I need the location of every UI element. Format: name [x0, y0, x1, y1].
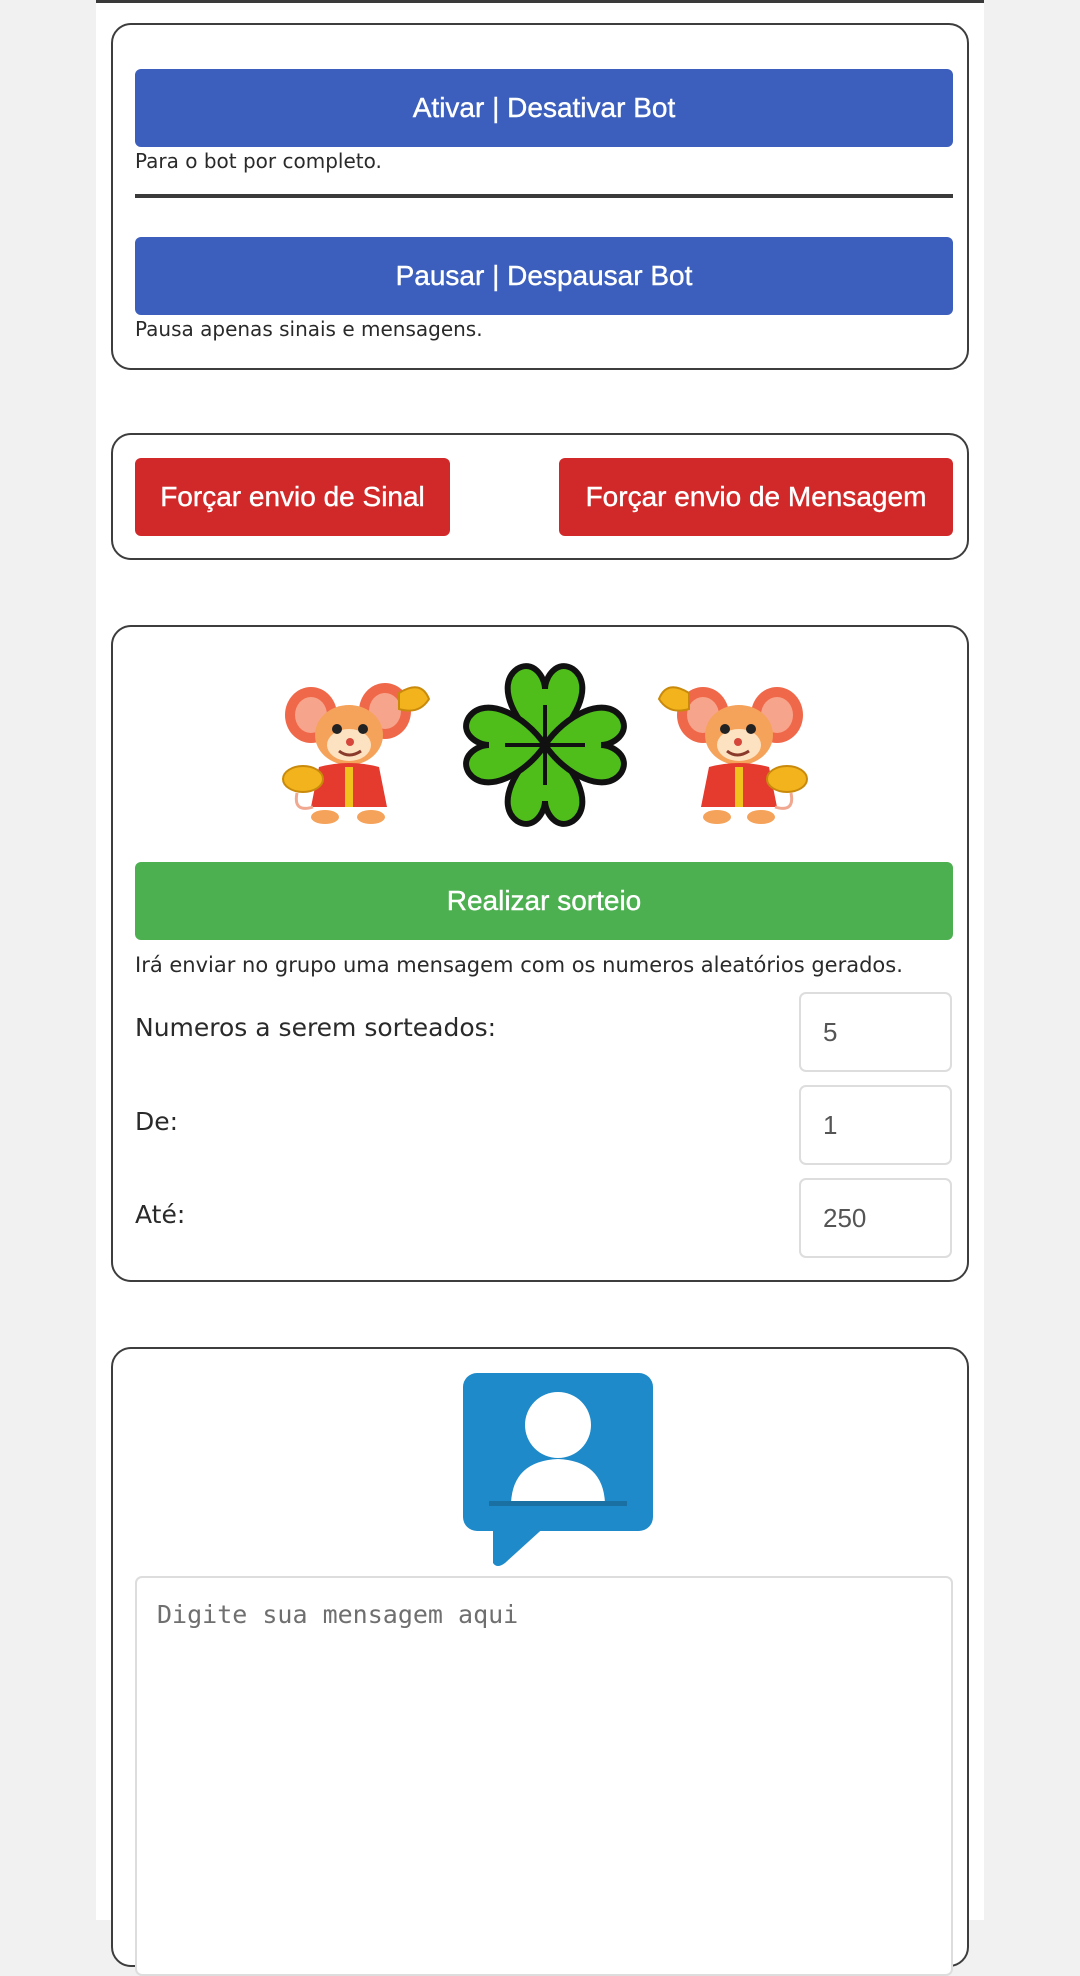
bot-control-card: Ativar | Desativar Bot Para o bot por co…	[111, 23, 969, 370]
draw-note: Irá enviar no grupo uma mensagem com os …	[135, 953, 903, 977]
section-divider	[135, 194, 953, 198]
force-signal-button[interactable]: Forçar envio de Sinal	[135, 458, 450, 536]
draw-button[interactable]: Realizar sorteio	[135, 862, 953, 940]
to-input[interactable]	[799, 1178, 952, 1258]
toggle-bot-note: Para o bot por completo.	[135, 149, 382, 173]
message-textarea[interactable]	[135, 1576, 953, 1976]
to-label: Até:	[135, 1200, 186, 1229]
from-label: De:	[135, 1107, 179, 1136]
count-label: Numeros a serem sorteados:	[135, 1013, 497, 1042]
four-leaf-clover-icon	[463, 663, 627, 827]
user-chat-icon	[463, 1373, 653, 1566]
count-input[interactable]	[799, 992, 952, 1072]
pause-bot-note: Pausa apenas sinais e mensagens.	[135, 317, 483, 341]
pause-bot-button[interactable]: Pausar | Despausar Bot	[135, 237, 953, 315]
mouse-mascot-icon	[282, 683, 431, 824]
from-input[interactable]	[799, 1085, 952, 1165]
force-send-card: Forçar envio de Sinal Forçar envio de Me…	[111, 433, 969, 560]
force-message-button[interactable]: Forçar envio de Mensagem	[559, 458, 953, 536]
mouse-mascot-icon	[657, 686, 808, 824]
page: Ativar | Desativar Bot Para o bot por co…	[96, 0, 984, 1976]
toggle-bot-button[interactable]: Ativar | Desativar Bot	[135, 69, 953, 147]
draw-card: Realizar sorteio Irá enviar no grupo uma…	[111, 625, 969, 1282]
message-card	[111, 1347, 969, 1976]
